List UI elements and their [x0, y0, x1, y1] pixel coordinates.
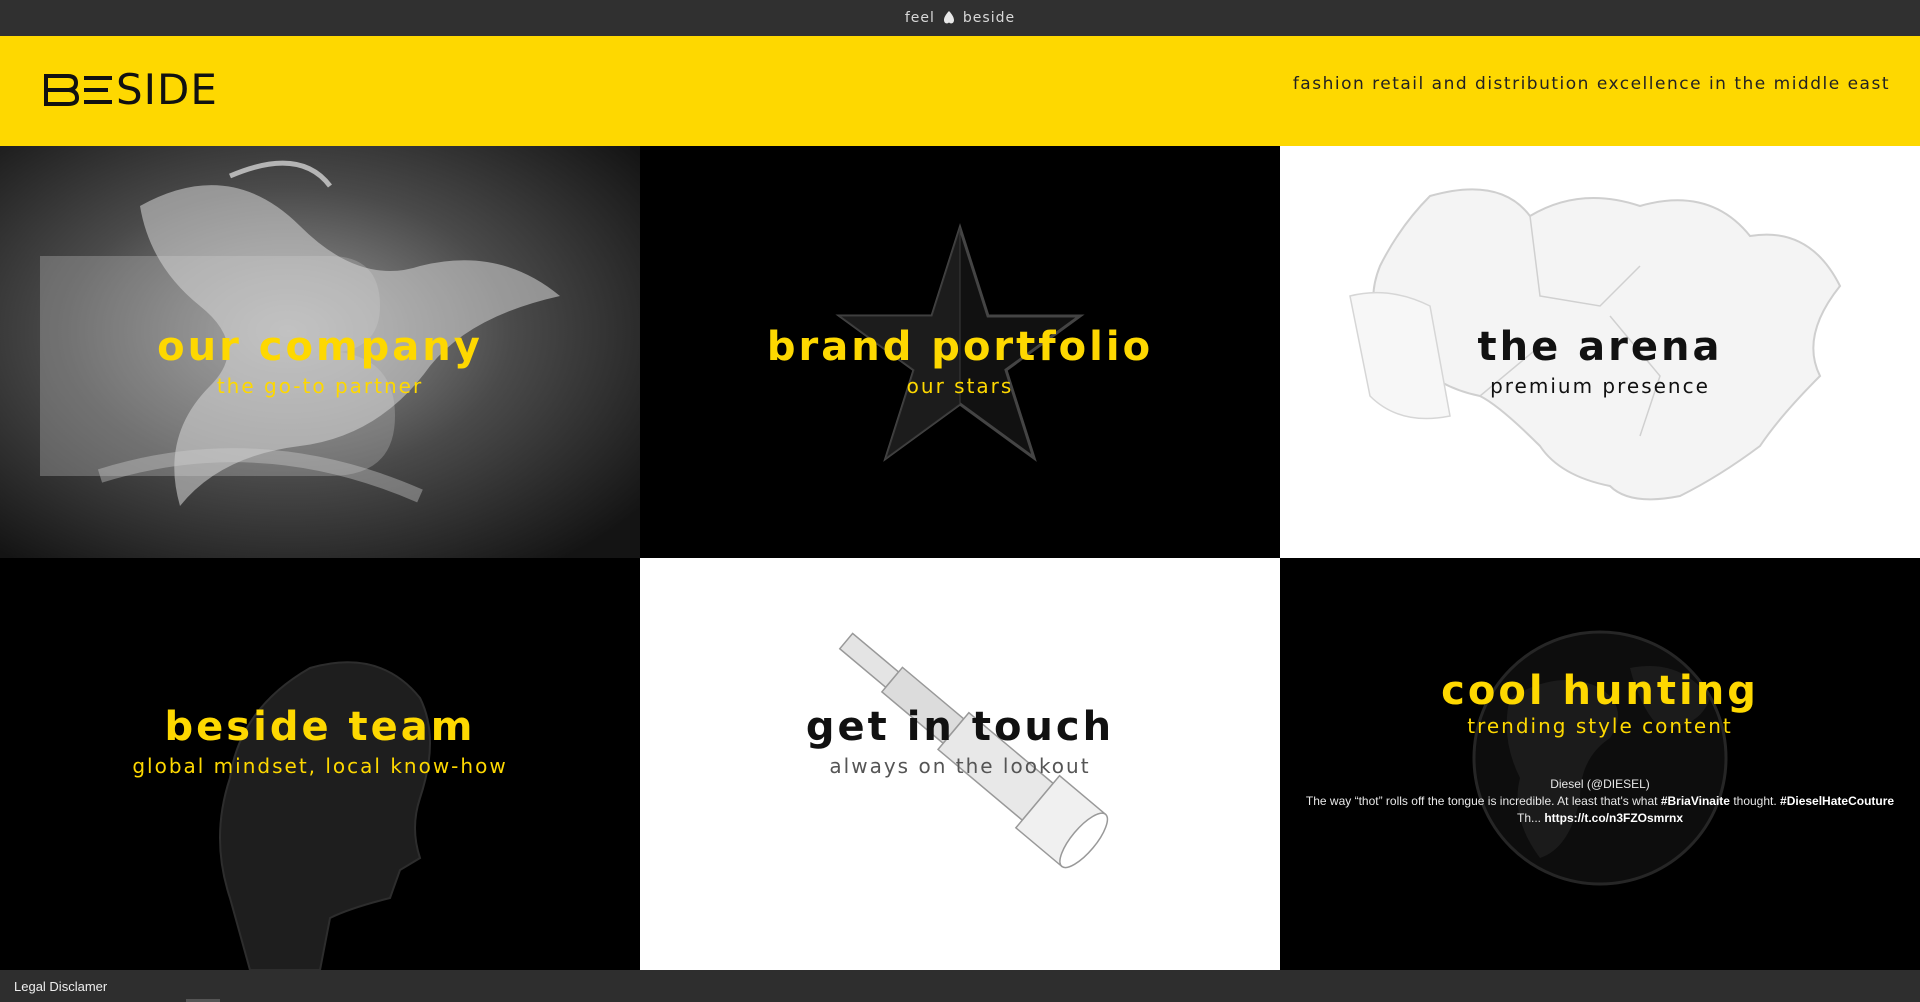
site-header: SIDE Fashion retail and distribution exc…: [0, 36, 1920, 146]
tile-cool-hunting[interactable]: cool hunting trending style content Dies…: [1280, 558, 1920, 970]
tweet-link[interactable]: https://t.co/n3FZOsmrnx: [1544, 811, 1683, 825]
tile-title: beside team: [164, 704, 476, 750]
legal-disclaimer-link[interactable]: Legal Disclamer: [14, 979, 107, 994]
tweet-feed: Diesel (@DIESEL) The way “thot” rolls of…: [1280, 776, 1920, 827]
tweet-hashtag[interactable]: #DieselHateCouture: [1780, 794, 1894, 808]
tile-subtitle: global mindset, local know-how: [132, 754, 508, 778]
tile-get-in-touch[interactable]: get in touch always on the lookout: [640, 558, 1280, 970]
tile-grid: our company the go-to partner brand port…: [0, 146, 1920, 970]
tile-title: cool hunting: [1441, 668, 1759, 714]
top-bar: feel beside: [0, 0, 1920, 36]
tile-title: our company: [157, 324, 483, 370]
tile-our-company[interactable]: our company the go-to partner: [0, 146, 640, 558]
feel-beside-tagline: feel beside: [905, 10, 1015, 26]
globe-icon: [1472, 630, 1728, 886]
header-slogan: Fashion retail and distribution excellen…: [1292, 74, 1890, 94]
tweet-text-part: The way “thot” rolls off the tongue is i…: [1305, 794, 1661, 808]
tile-title: get in touch: [805, 704, 1115, 750]
tile-subtitle: trending style content: [1467, 714, 1733, 738]
tagline-beside: beside: [962, 10, 1016, 26]
tweet-continuation: Th... https://t.co/n3FZOsmrnx: [1280, 810, 1920, 827]
tweet-author[interactable]: Diesel (@DIESEL): [1280, 776, 1920, 793]
beside-logo[interactable]: SIDE: [44, 65, 218, 114]
tile-subtitle: our stars: [906, 374, 1014, 398]
beside-logo-mark: [44, 74, 112, 106]
heart-icon: [943, 11, 954, 24]
tile-subtitle: always on the lookout: [829, 754, 1091, 778]
tweet-text-part: Th...: [1516, 811, 1545, 825]
tweet-text-part: thought.: [1729, 794, 1781, 808]
tile-beside-team[interactable]: beside team global mindset, local know-h…: [0, 558, 640, 970]
tile-the-arena[interactable]: the arena premium presence: [1280, 146, 1920, 558]
logo-text: SIDE: [116, 65, 218, 114]
tile-title: the arena: [1477, 324, 1723, 370]
tile-subtitle: premium presence: [1490, 374, 1710, 398]
tile-brand-portfolio[interactable]: brand portfolio our stars: [640, 146, 1280, 558]
tile-title: brand portfolio: [766, 324, 1154, 370]
tweet-text: The way “thot” rolls off the tongue is i…: [1280, 793, 1920, 810]
tagline-feel: feel: [904, 10, 935, 26]
footer-bar: Legal Disclamer: [0, 970, 1920, 1002]
tile-subtitle: the go-to partner: [216, 374, 424, 398]
tweet-hashtag[interactable]: #BriaVinaite: [1661, 794, 1730, 808]
